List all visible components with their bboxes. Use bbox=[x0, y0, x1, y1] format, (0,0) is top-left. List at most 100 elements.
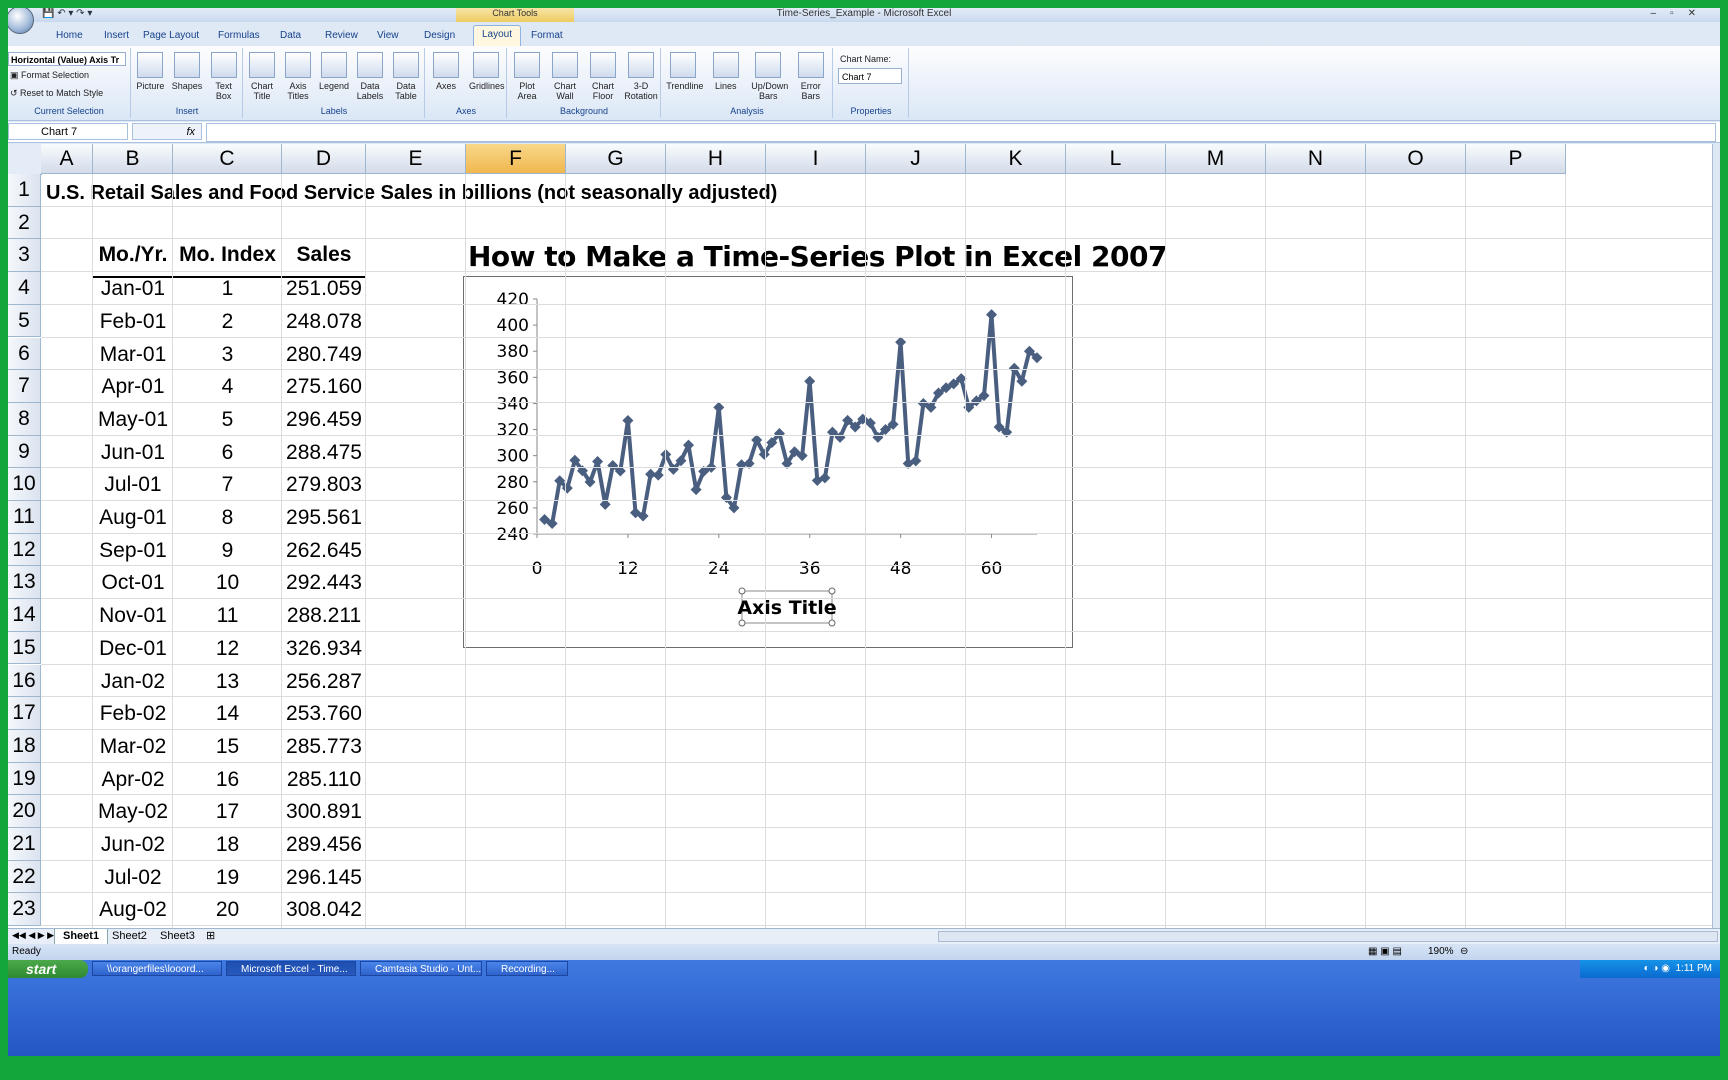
data-cell[interactable]: 18 bbox=[173, 833, 282, 857]
tab-view[interactable]: View bbox=[377, 30, 399, 41]
data-cell[interactable]: 6 bbox=[173, 441, 282, 465]
tab-insert[interactable]: Insert bbox=[104, 30, 129, 41]
insert-function-icon[interactable]: fx bbox=[132, 123, 202, 140]
data-cell[interactable]: 3 bbox=[173, 343, 282, 367]
data-cell[interactable]: Nov-01 bbox=[93, 604, 173, 628]
chart-area[interactable]: 240 260 280 300 320 340 360 380 400 420 0 12 24 36 48 6… bbox=[463, 276, 1073, 648]
start-button[interactable]: start bbox=[8, 960, 88, 978]
tab-design[interactable]: Design bbox=[424, 30, 455, 41]
data-cell[interactable]: 1 bbox=[173, 277, 282, 301]
select-all-corner[interactable] bbox=[8, 144, 42, 175]
close-icon[interactable]: ✕ bbox=[1688, 8, 1710, 19]
formula-input[interactable] bbox=[206, 123, 1716, 142]
tab-review[interactable]: Review bbox=[325, 30, 358, 41]
data-cell[interactable]: 326.934 bbox=[282, 637, 366, 661]
data-cell[interactable]: 12 bbox=[173, 637, 282, 661]
data-cell[interactable]: 288.211 bbox=[282, 604, 366, 628]
reset-style-button[interactable]: ↺ Reset to Match Style bbox=[10, 88, 103, 99]
data-cell[interactable]: Sep-01 bbox=[93, 539, 173, 563]
column-header-g[interactable]: G bbox=[566, 144, 666, 174]
insert-picture-button[interactable]: Picture bbox=[133, 52, 167, 91]
tray-icons[interactable]: ◐ ◑ ◉ bbox=[1644, 963, 1676, 974]
chart-element-dropdown[interactable]: Horizontal (Value) Axis Tr bbox=[8, 52, 126, 66]
taskbar-item-recording[interactable]: Recording... bbox=[486, 961, 568, 976]
insert-sheet-icon[interactable]: ⊞ bbox=[206, 929, 215, 942]
data-cell[interactable]: Aug-01 bbox=[93, 506, 173, 530]
insert-shapes-button[interactable]: Shapes bbox=[170, 52, 204, 91]
data-cell[interactable]: 262.645 bbox=[282, 539, 366, 563]
data-cell[interactable]: 289.456 bbox=[282, 833, 366, 857]
data-cell[interactable]: 256.287 bbox=[282, 670, 366, 694]
tab-home[interactable]: Home bbox=[56, 30, 83, 41]
minimize-icon[interactable]: – bbox=[1651, 8, 1671, 19]
data-cell[interactable]: 288.475 bbox=[282, 441, 366, 465]
column-header-d[interactable]: D bbox=[282, 144, 366, 174]
data-cell[interactable]: 279.803 bbox=[282, 473, 366, 497]
background-chart-floor-button[interactable]: Chart Floor bbox=[586, 52, 620, 101]
data-cell[interactable]: 280.749 bbox=[282, 343, 366, 367]
tab-format[interactable]: Format bbox=[531, 30, 563, 41]
row-header-22[interactable]: 22 bbox=[8, 860, 41, 894]
data-cell[interactable]: 295.561 bbox=[282, 506, 366, 530]
data-cell[interactable]: Apr-01 bbox=[93, 375, 173, 399]
taskbar-item-excel[interactable]: Microsoft Excel - Time... bbox=[226, 961, 356, 976]
row-header-6[interactable]: 6 bbox=[8, 337, 41, 371]
row-header-5[interactable]: 5 bbox=[8, 304, 41, 338]
vertical-scrollbar[interactable] bbox=[1712, 144, 1720, 928]
column-header-p[interactable]: P bbox=[1466, 144, 1566, 174]
data-cell[interactable]: Jul-02 bbox=[93, 866, 173, 890]
chart-title[interactable]: How to Make a Time-Series Plot in Excel … bbox=[468, 240, 1167, 273]
column-header-m[interactable]: M bbox=[1166, 144, 1266, 174]
row-header-13[interactable]: 13 bbox=[8, 566, 41, 600]
data-cell[interactable]: 275.160 bbox=[282, 375, 366, 399]
data-cell[interactable]: 11 bbox=[173, 604, 282, 628]
restore-icon[interactable]: ▫ bbox=[1670, 8, 1688, 19]
labels-legend-button[interactable]: Legend bbox=[317, 52, 351, 91]
data-cell[interactable]: Oct-01 bbox=[93, 571, 173, 595]
row-header-21[interactable]: 21 bbox=[8, 828, 41, 861]
row-header-14[interactable]: 14 bbox=[8, 599, 41, 632]
row-header-9[interactable]: 9 bbox=[8, 435, 41, 469]
data-cell[interactable]: May-01 bbox=[93, 408, 173, 432]
background-3-d-rotation-button[interactable]: 3-D Rotation bbox=[624, 52, 658, 101]
sheet-tab-sheet3[interactable]: Sheet3 bbox=[152, 929, 203, 944]
header-cell-sales[interactable]: Sales bbox=[282, 243, 366, 267]
background-chart-wall-button[interactable]: Chart Wall bbox=[548, 52, 582, 101]
row-header-19[interactable]: 19 bbox=[8, 762, 41, 796]
column-header-h[interactable]: H bbox=[666, 144, 766, 174]
data-cell[interactable]: 285.110 bbox=[282, 768, 366, 792]
data-cell[interactable]: 17 bbox=[173, 800, 282, 824]
taskbar-item-camtasia[interactable]: Camtasia Studio - Unt... bbox=[360, 961, 482, 976]
analysis-up-down-bars-button[interactable]: Up/Down Bars bbox=[751, 52, 788, 101]
header-cell-mo-yr-[interactable]: Mo./Yr. bbox=[93, 243, 173, 267]
data-cell[interactable]: 10 bbox=[173, 571, 282, 595]
format-selection-button[interactable]: ▣ Format Selection bbox=[10, 70, 89, 81]
labels-chart-title-button[interactable]: Chart Title bbox=[245, 52, 279, 101]
data-cell[interactable]: 9 bbox=[173, 539, 282, 563]
view-buttons-icon[interactable]: ▦ ▣ ▤ bbox=[1368, 944, 1402, 960]
data-cell[interactable]: 5 bbox=[173, 408, 282, 432]
column-header-l[interactable]: L bbox=[1066, 144, 1166, 174]
data-cell[interactable]: Mar-01 bbox=[93, 343, 173, 367]
data-cell[interactable]: Apr-02 bbox=[93, 768, 173, 792]
row-header-4[interactable]: 4 bbox=[8, 272, 41, 305]
column-header-j[interactable]: J bbox=[866, 144, 966, 174]
data-cell[interactable]: Jan-01 bbox=[93, 277, 173, 301]
row-header-16[interactable]: 16 bbox=[8, 664, 41, 698]
axes-gridlines-button[interactable]: Gridlines bbox=[469, 52, 505, 91]
data-cell[interactable]: 4 bbox=[173, 375, 282, 399]
header-cell-mo-index[interactable]: Mo. Index bbox=[173, 243, 282, 267]
data-cell[interactable]: Dec-01 bbox=[93, 637, 173, 661]
row-header-23[interactable]: 23 bbox=[8, 893, 41, 927]
column-header-a[interactable]: A bbox=[41, 144, 93, 174]
data-cell[interactable]: 14 bbox=[173, 702, 282, 726]
labels-axis-titles-button[interactable]: Axis Titles bbox=[281, 52, 315, 101]
data-cell[interactable]: 20 bbox=[173, 898, 282, 922]
column-header-b[interactable]: B bbox=[93, 144, 173, 174]
data-cell[interactable]: Jul-01 bbox=[93, 473, 173, 497]
tab-formulas[interactable]: Formulas bbox=[218, 30, 260, 41]
analysis-trendline-button[interactable]: Trendline bbox=[666, 52, 703, 91]
row-header-8[interactable]: 8 bbox=[8, 402, 41, 436]
data-cell[interactable]: 285.773 bbox=[282, 735, 366, 759]
horizontal-scrollbar[interactable] bbox=[938, 931, 1718, 942]
